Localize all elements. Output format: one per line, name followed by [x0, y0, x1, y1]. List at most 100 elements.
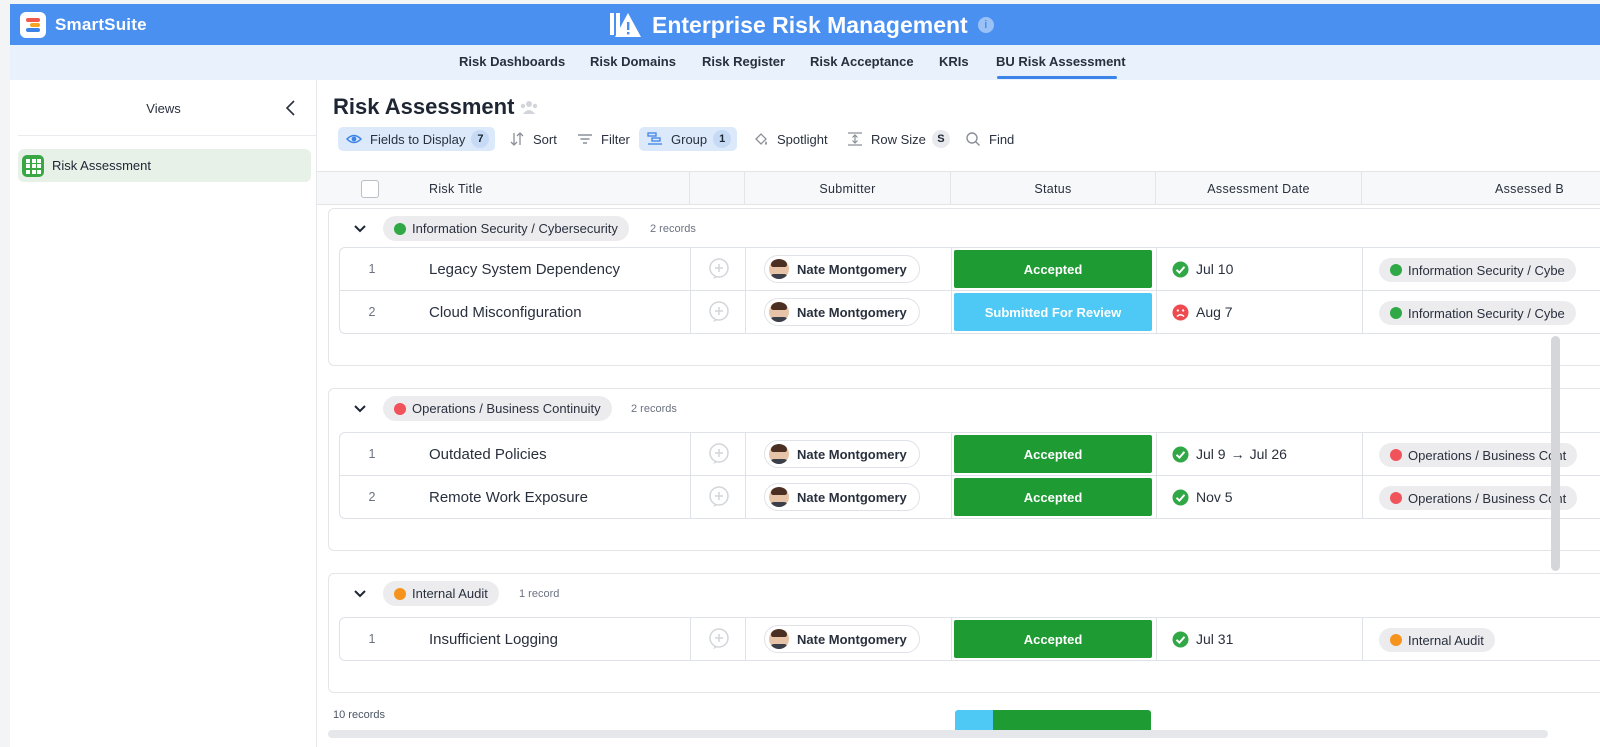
group-information-security: Information Security / Cybersecurity 2 r…	[328, 208, 1600, 366]
active-tab-indicator	[997, 76, 1117, 79]
submitter-chip[interactable]: Nate Montgomery	[764, 440, 920, 468]
submitter-name: Nate Montgomery	[797, 446, 907, 462]
app-title-group: Enterprise Risk Management i	[608, 10, 994, 40]
add-comment-icon[interactable]	[707, 618, 731, 660]
row-size-button[interactable]: Row Size S	[847, 127, 950, 151]
assessed-by-pill[interactable]: Information Security / Cybe	[1379, 301, 1576, 325]
group-button[interactable]: Group 1	[639, 127, 738, 151]
status-badge[interactable]: Accepted	[954, 478, 1152, 516]
chevron-down-icon[interactable]	[353, 587, 367, 601]
sort-button[interactable]: Sort	[509, 127, 557, 151]
assessment-date-cell[interactable]: Jul 31	[1172, 618, 1233, 660]
group-color-dot	[394, 402, 406, 415]
status-badge[interactable]: Accepted	[954, 435, 1152, 473]
group-record-count: 2 records	[650, 223, 696, 235]
collapse-sidebar-icon[interactable]	[282, 98, 300, 118]
table-row[interactable]: 2 Remote Work Exposure Nate Montgomery A…	[339, 475, 1600, 519]
submitter-chip[interactable]: Nate Montgomery	[764, 483, 920, 511]
assessed-by-pill[interactable]: Information Security / Cybe	[1379, 258, 1576, 282]
row-number: 1	[368, 447, 376, 461]
filter-icon	[578, 134, 592, 144]
avatar	[769, 487, 789, 507]
status-summary-bar[interactable]	[955, 710, 1151, 732]
select-all-checkbox[interactable]	[361, 180, 379, 198]
table-header: Risk Title Submitter Status Assessment D…	[317, 171, 1600, 205]
col-submitter[interactable]: Submitter	[745, 172, 950, 205]
people-icon[interactable]	[519, 100, 539, 116]
chevron-down-icon[interactable]	[353, 402, 367, 416]
row-size-badge: S	[931, 130, 950, 148]
risk-title[interactable]: Remote Work Exposure	[429, 476, 588, 518]
assessed-by-pill[interactable]: Internal Audit	[1379, 628, 1495, 652]
col-assessment-date[interactable]: Assessment Date	[1156, 172, 1361, 205]
status-badge[interactable]: Accepted	[954, 620, 1152, 658]
assessment-date-cell[interactable]: Aug 7	[1172, 291, 1233, 333]
assessed-by-pill[interactable]: Operations / Business Cont	[1379, 486, 1578, 510]
submitter-name: Nate Montgomery	[797, 261, 907, 277]
group-header[interactable]: Internal Audit 1 record	[329, 574, 1600, 614]
nav-tabs: Risk Dashboards Risk Domains Risk Regist…	[10, 45, 1600, 80]
record-count: 10 records	[333, 709, 385, 721]
group-header[interactable]: Information Security / Cybersecurity 2 r…	[329, 209, 1600, 249]
brand[interactable]: SmartSuite	[20, 11, 147, 39]
group-record-count: 2 records	[631, 403, 677, 415]
tab-bu-risk-assessment[interactable]: BU Risk Assessment	[996, 54, 1126, 69]
add-comment-icon[interactable]	[707, 433, 731, 475]
find-button[interactable]: Find	[965, 127, 1014, 151]
assessed-by-label: Information Security / Cybe	[1408, 305, 1565, 321]
col-assessed-by[interactable]: Assessed B	[1495, 172, 1564, 205]
tab-risk-register[interactable]: Risk Register	[702, 54, 785, 69]
table-row[interactable]: 1 Legacy System Dependency Nate Montgome…	[339, 247, 1600, 291]
add-comment-icon[interactable]	[707, 248, 731, 290]
tab-kris[interactable]: KRIs	[939, 54, 969, 69]
assessment-date-cell[interactable]: Nov 5	[1172, 476, 1233, 518]
sidebar-item-risk-assessment[interactable]: Risk Assessment	[18, 149, 311, 182]
fields-count-badge: 7	[471, 130, 490, 148]
assessment-date: Jul 31	[1196, 631, 1234, 647]
group-name: Information Security / Cybersecurity	[412, 221, 618, 236]
risk-title[interactable]: Insufficient Logging	[429, 618, 558, 660]
divider	[18, 135, 317, 136]
table-row[interactable]: 1 Outdated Policies Nate Montgomery Acce…	[339, 432, 1600, 476]
group-name: Operations / Business Continuity	[412, 401, 601, 416]
risk-title[interactable]: Cloud Misconfiguration	[429, 291, 582, 333]
info-icon[interactable]: i	[977, 17, 994, 33]
col-status[interactable]: Status	[951, 172, 1155, 205]
assessment-date-cell[interactable]: Jul 9 → Jul 26	[1172, 433, 1287, 475]
col-risk-title[interactable]: Risk Title	[429, 172, 483, 205]
group-icon	[647, 132, 662, 145]
app-title: Enterprise Risk Management	[652, 11, 968, 38]
status-badge[interactable]: Submitted For Review	[954, 293, 1152, 331]
assessment-date-cell[interactable]: Jul 10	[1172, 248, 1233, 290]
group-operations: Operations / Business Continuity 2 recor…	[328, 388, 1600, 551]
filter-label: Filter	[601, 131, 630, 147]
submitter-chip[interactable]: Nate Montgomery	[764, 255, 920, 283]
chevron-down-icon[interactable]	[353, 222, 367, 236]
horizontal-scrollbar[interactable]	[328, 730, 1548, 738]
assessed-by-label: Operations / Business Cont	[1408, 447, 1567, 463]
row-size-label: Row Size	[871, 131, 926, 147]
assessed-by-pill[interactable]: Operations / Business Cont	[1379, 443, 1578, 467]
table-row[interactable]: 2 Cloud Misconfiguration Nate Montgomery…	[339, 290, 1600, 334]
filter-button[interactable]: Filter	[577, 127, 630, 151]
risk-title[interactable]: Legacy System Dependency	[429, 248, 620, 290]
fields-to-display-button[interactable]: Fields to Display 7	[338, 127, 496, 151]
check-circle-icon	[1172, 489, 1189, 505]
vertical-scrollbar[interactable]	[1551, 336, 1560, 571]
row-number: 1	[368, 632, 376, 646]
col-divider	[1361, 172, 1362, 205]
table-row[interactable]: 1 Insufficient Logging Nate Montgomery A…	[339, 617, 1600, 661]
assessed-by-label: Information Security / Cybe	[1408, 262, 1565, 278]
tab-risk-acceptance[interactable]: Risk Acceptance	[810, 54, 914, 69]
status-badge[interactable]: Accepted	[954, 250, 1152, 288]
group-header[interactable]: Operations / Business Continuity 2 recor…	[329, 389, 1600, 429]
risk-title[interactable]: Outdated Policies	[429, 433, 547, 475]
add-comment-icon[interactable]	[707, 476, 731, 518]
submitter-chip[interactable]: Nate Montgomery	[764, 298, 920, 326]
add-comment-icon[interactable]	[707, 291, 731, 333]
group-internal-audit: Internal Audit 1 record 1 Insufficient L…	[328, 573, 1600, 693]
submitter-chip[interactable]: Nate Montgomery	[764, 625, 920, 653]
tab-risk-dashboards[interactable]: Risk Dashboards	[459, 54, 565, 69]
spotlight-button[interactable]: Spotlight	[753, 127, 828, 151]
tab-risk-domains[interactable]: Risk Domains	[590, 54, 676, 69]
